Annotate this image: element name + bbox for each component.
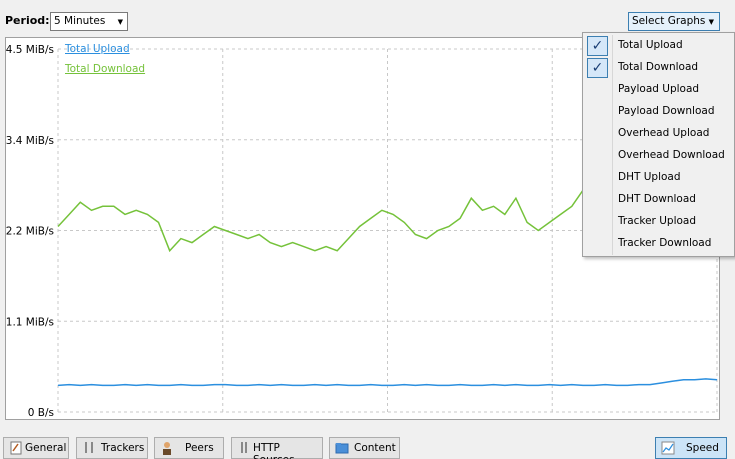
tab-peers[interactable]: Peers — [154, 437, 224, 459]
http-sources-icon — [241, 442, 247, 453]
menu-item-tracker-download[interactable]: Tracker Download — [583, 233, 734, 255]
tab-label: Trackers — [101, 442, 145, 454]
period-label: Period: — [5, 14, 50, 27]
menu-item-dht-download[interactable]: DHT Download — [583, 189, 734, 211]
tab-label: Peers — [185, 442, 214, 454]
y-tick-label: 4.5 MiB/s — [6, 44, 54, 56]
peers-icon — [163, 442, 171, 455]
chevron-down-icon: ▼ — [117, 18, 123, 26]
menu-item-label: Total Upload — [618, 39, 683, 51]
select-graphs-label: Select Graphs — [632, 15, 706, 27]
speed-graph-icon — [661, 441, 675, 455]
tab-trackers[interactable]: Trackers — [76, 437, 148, 459]
tab-bar: General Trackers Peers HTTP Sources — [0, 437, 735, 459]
y-tick-label: 1.1 MiB/s — [6, 316, 54, 328]
check-icon: ✓ — [587, 36, 608, 56]
speed-panel: Period: 5 Minutes ▼ Select Graphs ▼ 4.5 … — [0, 0, 735, 459]
y-tick-label: 3.4 MiB/s — [6, 135, 54, 147]
menu-item-dht-upload[interactable]: DHT Upload — [583, 167, 734, 189]
tab-http-sources[interactable]: HTTP Sources — [231, 437, 323, 459]
menu-item-total-download[interactable]: ✓ Total Download — [583, 57, 734, 79]
menu-item-label: Overhead Upload — [618, 127, 710, 139]
legend-total-download[interactable]: Total Download — [65, 63, 145, 75]
tab-speed[interactable]: Speed — [655, 437, 727, 459]
tab-general[interactable]: General — [3, 437, 69, 459]
menu-item-payload-upload[interactable]: Payload Upload — [583, 79, 734, 101]
menu-item-label: DHT Upload — [618, 171, 681, 183]
menu-item-payload-download[interactable]: Payload Download — [583, 101, 734, 123]
period-select-value: 5 Minutes — [54, 15, 106, 27]
menu-item-tracker-upload[interactable]: Tracker Upload — [583, 211, 734, 233]
menu-item-label: Overhead Download — [618, 149, 725, 161]
menu-item-overhead-upload[interactable]: Overhead Upload — [583, 123, 734, 145]
folder-icon — [335, 443, 349, 454]
select-graphs-button[interactable]: Select Graphs ▼ — [628, 12, 720, 31]
menu-item-label: Tracker Upload — [618, 215, 697, 227]
tab-label: General — [25, 442, 67, 454]
y-tick-label: 0 B/s — [28, 407, 54, 419]
period-select[interactable]: 5 Minutes ▼ — [50, 12, 128, 31]
tab-content[interactable]: Content — [329, 437, 400, 459]
trackers-icon — [85, 442, 93, 453]
menu-item-total-upload[interactable]: ✓ Total Upload — [583, 35, 734, 57]
y-tick-label: 2.2 MiB/s — [6, 226, 54, 238]
legend-total-upload[interactable]: Total Upload — [65, 43, 130, 55]
menu-item-label: Payload Upload — [618, 83, 700, 95]
menu-item-label: Total Download — [618, 61, 699, 73]
check-icon: ✓ — [587, 58, 608, 78]
menu-item-label: Tracker Download — [618, 237, 712, 249]
chevron-down-icon: ▼ — [708, 18, 714, 26]
tab-label: HTTP Sources — [253, 442, 295, 459]
tab-label: Content — [354, 442, 396, 454]
menu-item-overhead-download[interactable]: Overhead Download — [583, 145, 734, 167]
menu-item-label: DHT Download — [618, 193, 696, 205]
select-graphs-menu: ✓ Total Upload ✓ Total Download Payload … — [582, 32, 735, 257]
menu-item-label: Payload Download — [618, 105, 715, 117]
document-icon — [10, 441, 22, 455]
tab-label: Speed — [686, 442, 719, 454]
